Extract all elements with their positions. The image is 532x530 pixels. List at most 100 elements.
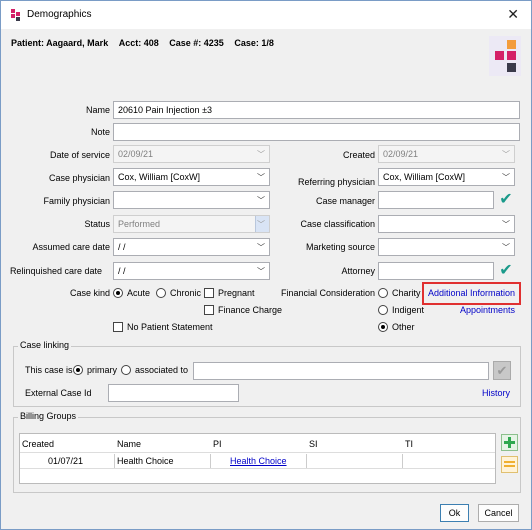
billing-groups-title: Billing Groups [18,411,79,421]
external-case-id-label: External Case Id [25,388,92,398]
billing-groups-table: Created Name PI SI TI 01/07/21 Health Ch… [19,433,496,484]
note-input[interactable] [113,123,520,141]
column-divider [306,454,307,468]
created-label: Created [342,150,375,160]
chevron-down-icon: ﹀ [257,173,265,182]
this-case-is-label: This case is [25,365,73,375]
attorney-input[interactable] [378,262,494,280]
associated-case-check-icon[interactable]: ✔ [493,361,511,380]
financial-other-radio[interactable] [378,322,388,332]
chevron-down-icon: ﹀ [257,150,265,159]
marketing-source-select[interactable]: ﹀ [378,238,515,256]
financial-charity-radio[interactable] [378,288,388,298]
other-label: Other [392,322,415,332]
col-si-header[interactable]: SI [309,439,318,449]
demographics-window: Demographics ✕ Patient: Aagaard, Mark Ac… [0,0,532,530]
pregnant-label: Pregnant [218,288,255,298]
attorney-label: Attorney [341,266,375,276]
relinquished-care-date-label: Relinquished care date [9,266,102,276]
primary-radio[interactable] [73,365,83,375]
created-value: 02/09/21 [383,149,419,159]
chevron-down-icon: ﹀ [257,243,265,252]
chevron-down-icon: ﹀ [257,267,265,276]
patient-header: Patient: Aagaard, Mark Acct: 408 Case #:… [11,38,274,48]
chevron-down-icon: ﹀ [257,196,265,205]
date-of-service-value: 02/09/21 [118,149,154,159]
name-label: Name [85,105,110,115]
case-kind-label: Case kind [69,288,110,298]
row-created-cell: 01/07/21 [48,456,84,466]
case-kind-chronic-radio[interactable] [156,288,166,298]
chevron-down-icon: ﹀ [502,150,510,159]
row-pi-link[interactable]: Health Choice [230,456,287,466]
assumed-care-date-value: / / [118,242,126,252]
case-linking-title: Case linking [18,340,72,350]
associated-to-label: associated to [135,365,189,375]
finance-charge-checkbox[interactable] [204,305,214,315]
name-input[interactable]: 20610 Pain Injection ±3 [113,101,520,119]
referring-physician-label: Referring physician [297,177,375,187]
additional-information-link[interactable]: Additional Information [428,288,515,298]
pregnant-checkbox[interactable] [204,288,214,298]
close-icon[interactable]: ✕ [507,6,519,23]
chevron-down-icon: ﹀ [502,220,510,229]
table-header: Created Name PI SI TI [20,434,495,453]
ok-button[interactable]: Ok [440,504,469,522]
chevron-down-icon: ﹀ [502,243,510,252]
col-ti-header[interactable]: TI [405,439,413,449]
status-label: Status [84,219,110,229]
relinquished-care-date-picker[interactable]: / / ﹀ [113,262,270,280]
account-number: Acct: 408 [118,38,159,48]
family-physician-label: Family physician [43,196,110,206]
case-physician-value: Cox, William [CoxW] [118,172,201,182]
col-name-header[interactable]: Name [117,439,141,449]
row-name-cell: Health Choice [117,456,174,466]
cancel-button[interactable]: Cancel [478,504,519,522]
assumed-care-date-picker[interactable]: / / ﹀ [113,238,270,256]
case-kind-acute-radio[interactable] [113,288,123,298]
date-of-service-label: Date of service [49,150,110,160]
history-link[interactable]: History [482,388,510,398]
patient-name: Patient: Aagaard, Mark [11,38,109,48]
family-physician-select[interactable]: ﹀ [113,191,270,209]
referring-physician-value: Cox, William [CoxW] [383,172,466,182]
associated-case-input[interactable] [193,362,489,380]
financial-indigent-radio[interactable] [378,305,388,315]
assumed-care-date-label: Assumed care date [32,242,110,252]
acute-label: Acute [127,288,151,298]
no-patient-statement-label: No Patient Statement [127,322,213,332]
finance-charge-label: Finance Charge [218,305,283,315]
chronic-label: Chronic [170,288,202,298]
col-pi-header[interactable]: PI [213,439,222,449]
column-divider [210,454,211,468]
associated-to-radio[interactable] [121,365,131,375]
created-date-picker[interactable]: 02/09/21 ﹀ [378,145,515,163]
status-value: Performed [118,219,161,229]
external-case-id-input[interactable] [108,384,239,402]
title-bar: Demographics ✕ [1,1,531,29]
case-physician-select[interactable]: Cox, William [CoxW] ﹀ [113,168,270,186]
appointments-link[interactable]: Appointments [460,305,515,315]
financial-consideration-label: Financial Consideration [280,288,375,298]
case-index: Case: 1/8 [234,38,274,48]
case-classification-select[interactable]: ﹀ [378,215,515,233]
app-icon [11,9,20,21]
col-created-header[interactable]: Created [22,439,54,449]
add-billing-group-icon[interactable] [501,434,518,451]
referring-physician-select[interactable]: Cox, William [CoxW] ﹀ [378,168,515,186]
table-row[interactable]: 01/07/21 Health Choice Health Choice [20,454,495,469]
no-patient-statement-checkbox[interactable] [113,322,123,332]
date-of-service-picker[interactable]: 02/09/21 ﹀ [113,145,270,163]
edit-billing-group-icon[interactable] [501,456,518,473]
case-physician-label: Case physician [48,173,110,183]
case-classification-label: Case classification [300,219,375,229]
relinquished-care-date-value: / / [118,266,126,276]
column-divider [402,454,403,468]
marketing-source-label: Marketing source [305,242,375,252]
note-label: Note [90,127,110,137]
status-select[interactable]: Performed ﹀ [113,215,270,233]
case-manager-input[interactable] [378,191,494,209]
case-manager-lookup-check-icon[interactable]: ✔ [498,191,514,209]
window-title: Demographics [27,9,92,20]
attorney-lookup-check-icon[interactable]: ✔ [498,262,514,280]
